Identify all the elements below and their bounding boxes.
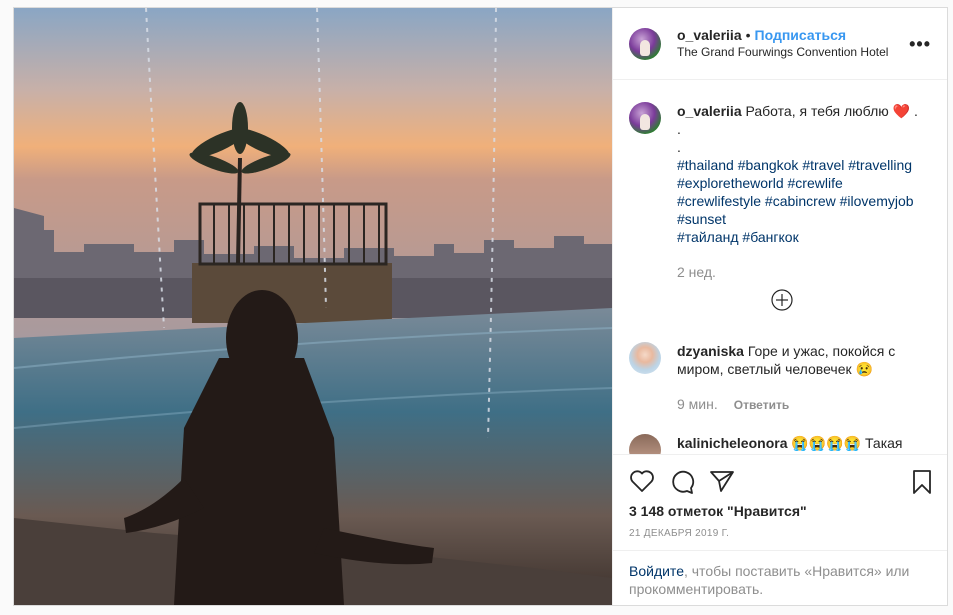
caption-dot: . — [677, 121, 681, 137]
hashtag-link[interactable]: #travelling — [848, 157, 912, 173]
comment-username[interactable]: dzyaniska — [677, 343, 744, 359]
author-line: o_valeriia • Подписаться — [677, 27, 846, 43]
caption-trail: . — [913, 103, 918, 119]
hashtag-list: #thailand #bangkok #travel #travelling #e… — [677, 157, 914, 245]
caption-body: Работа, я тебя люблю — [745, 103, 889, 119]
comment-meta: 9 мин. Ответить — [677, 396, 789, 412]
load-more-plus-icon[interactable] — [771, 289, 793, 311]
heart-emoji: ❤️ — [892, 103, 911, 119]
sunset-pool-image — [14, 8, 612, 605]
hashtag-link[interactable]: #тайланд — [677, 229, 739, 245]
caption-avatar[interactable] — [629, 102, 661, 134]
caption-item: o_valeriia Работа, я тебя люблю ❤️ . . .… — [629, 102, 932, 282]
post-photo[interactable] — [14, 8, 612, 605]
comment-text: kalinicheleonora 😭😭😭😭 Такая — [677, 434, 932, 452]
commenter-avatar[interactable] — [629, 342, 661, 374]
post-date[interactable]: 21 ДЕКАБРЯ 2019 Г. — [629, 528, 729, 539]
hashtag-link[interactable]: #sunset — [677, 211, 726, 227]
reply-button[interactable]: Ответить — [734, 398, 789, 412]
comment-item: kalinicheleonora 😭😭😭😭 Такая — [629, 434, 932, 454]
location-link[interactable]: The Grand Fourwings Convention Hotel — [677, 45, 888, 59]
hashtag-link[interactable]: #exploretheworld — [677, 175, 784, 191]
share-icon[interactable] — [709, 469, 735, 493]
author-avatar[interactable] — [629, 28, 661, 60]
caption-username[interactable]: o_valeriia — [677, 103, 742, 119]
heart-icon[interactable] — [629, 469, 655, 493]
caption-text: o_valeriia Работа, я тебя люблю ❤️ . . .… — [677, 102, 932, 246]
hashtag-link[interactable]: #bangkok — [738, 157, 799, 173]
post-sidebar: o_valeriia • Подписаться The Grand Fourwin… — [612, 8, 947, 605]
comment-username[interactable]: kalinicheleonora — [677, 435, 787, 451]
likes-count[interactable]: 3 148 отметок "Нравится" — [629, 503, 807, 519]
post-header: o_valeriia • Подписаться The Grand Fourwin… — [613, 8, 947, 80]
comment-icon[interactable] — [669, 469, 695, 495]
comment-item: dzyaniska Горе и ужас, покойся с миром, … — [629, 342, 932, 422]
login-prompt: Войдите, чтобы поставить «Нравится» или … — [613, 550, 947, 605]
bookmark-icon[interactable] — [912, 469, 932, 495]
comments-list: o_valeriia Работа, я тебя люблю ❤️ . . .… — [613, 80, 947, 454]
author-username[interactable]: o_valeriia — [677, 27, 742, 43]
hashtag-link[interactable]: #thailand — [677, 157, 734, 173]
comment-text: dzyaniska Горе и ужас, покойся с миром, … — [677, 342, 932, 378]
follow-button[interactable]: Подписаться — [755, 27, 847, 43]
action-bar: 3 148 отметок "Нравится" 21 ДЕКАБРЯ 2019… — [613, 454, 947, 605]
hashtag-link[interactable]: #ilovemyjob — [840, 193, 914, 209]
caption-time[interactable]: 2 нед. — [677, 264, 716, 280]
hashtag-link[interactable]: #crewlife — [788, 175, 843, 191]
commenter-avatar[interactable] — [629, 434, 661, 454]
comment-time[interactable]: 9 мин. — [677, 396, 718, 412]
login-link[interactable]: Войдите — [629, 563, 684, 579]
comment-body: 😭😭😭😭 Такая — [791, 435, 903, 451]
more-dots-icon[interactable]: ••• — [909, 34, 931, 55]
hashtag-link[interactable]: #crewlifestyle — [677, 193, 761, 209]
caption-dot: . — [677, 139, 681, 155]
hashtag-link[interactable]: #бангкок — [742, 229, 798, 245]
hashtag-link[interactable]: #travel — [802, 157, 844, 173]
hashtag-link[interactable]: #cabincrew — [765, 193, 836, 209]
post-card: o_valeriia • Подписаться The Grand Fourwin… — [13, 7, 948, 606]
separator-dot: • — [745, 27, 751, 43]
